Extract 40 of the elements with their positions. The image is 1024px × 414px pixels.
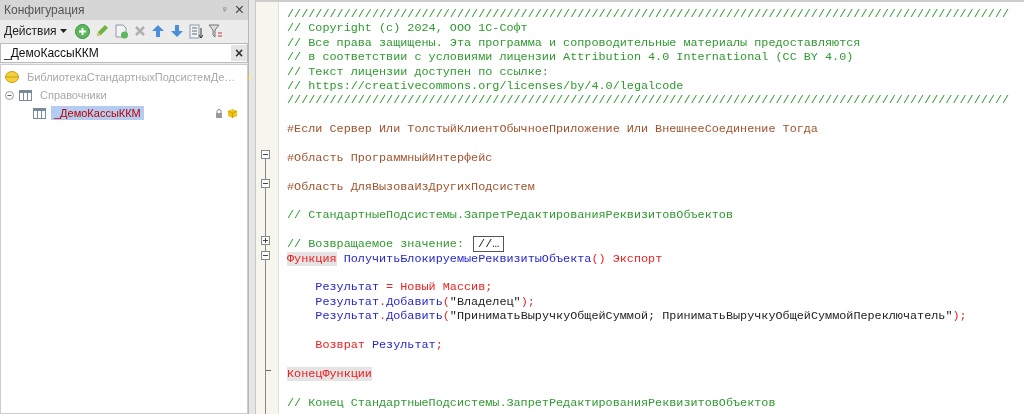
clear-button[interactable]: × (231, 45, 247, 61)
close-button[interactable]: × (234, 2, 244, 18)
delete-icon[interactable] (133, 25, 146, 37)
code-line: // https://creativecommons.org/licenses/by/4.0/legalcode (287, 78, 684, 94)
move-up-icon[interactable] (150, 24, 165, 38)
subsystem-icon (5, 71, 19, 83)
code-line: // Все права защищены. Эта программа и сопроводительные материалы предоставляются (287, 35, 861, 51)
sort-list-icon[interactable] (188, 23, 203, 39)
code-line: ////////////////////////////////////////////////////////////////////////////////////////////////////// (287, 93, 1010, 108)
code-line: Результат.Добавить("ПриниматьВыручкуОбщейСуммой; ПриниматьВыручкуОбщейСуммойПереключатель"); (314, 309, 967, 324)
panel-title: Конфигурация (4, 3, 86, 17)
code-line: #Область ДляВызоваИзДругихПодсистем (287, 179, 535, 195)
table-icon (19, 89, 32, 101)
filter-icon[interactable] (207, 23, 223, 39)
code-line: // в соответствии с условиями лицензии Attribution 4.0 International (CC BY 4.0) (287, 50, 854, 65)
code-line: // СтандартныеПодсистемы.ЗапретРедактированияРеквизитовОбъектов (287, 208, 733, 223)
code-line: // Конец СтандартныеПодсистемы.ЗапретРедактированияРеквизитовОбъектов (287, 395, 776, 410)
code-line: Функция ПолучитьБлокируемыеРеквизитыОбъекта() Экспорт (287, 251, 663, 267)
add-icon[interactable] (74, 23, 90, 39)
code-line: #Область ПрограммныйИнтерфейс (287, 150, 493, 166)
fold-minus-icon[interactable] (261, 178, 270, 188)
copy-icon[interactable] (113, 23, 129, 39)
code-line: // Copyright (c) 2024, ООО 1С-Софт (287, 21, 528, 36)
code-line: ////////////////////////////////////////////////////////////////////////////////////////////////////// (287, 7, 1010, 22)
fold-minus-icon[interactable] (261, 149, 270, 159)
code-line: Результат = Новый Массив; (314, 280, 493, 295)
collapsed-block[interactable]: //… (473, 236, 505, 253)
code-line: Возврат Результат; (314, 338, 443, 353)
caret-icon (59, 29, 67, 33)
code-line: #Если Сервер Или ТолстыйКлиентОбычноеПриложение Или ВнешнееСоединение Тогда (287, 122, 818, 137)
fold-plus-icon[interactable] (261, 236, 270, 246)
code-line: // Возвращаемое значение: (287, 237, 465, 252)
search-field[interactable]: _ДемоКассыККМ × (0, 43, 248, 63)
code-line: Результат.Добавить("Владелец"); (314, 294, 535, 310)
pencil-icon[interactable] (94, 24, 109, 38)
fold-minus-icon[interactable] (261, 250, 270, 260)
code-line: // Текст лицензии доступен по ссылке: (287, 64, 549, 79)
actions-menu-button[interactable]: Действия (4, 24, 67, 38)
table-icon (33, 107, 46, 119)
move-down-icon[interactable] (169, 24, 184, 38)
